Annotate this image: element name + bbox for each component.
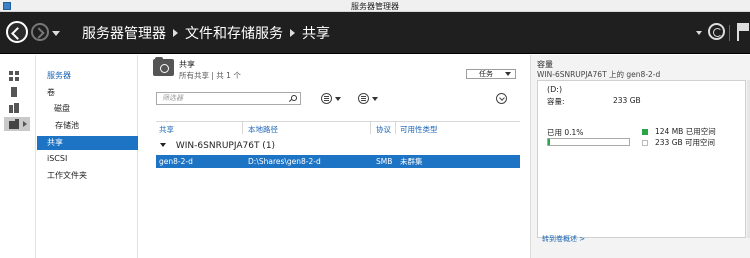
free-swatch <box>642 139 648 146</box>
rail-item-all-servers[interactable] <box>4 101 30 115</box>
volume-card: (D:) 容量: 233 GB 已用 0.1% 124 MB 已用空间 233 … <box>537 80 746 238</box>
tasks-dropdown[interactable]: 任务 <box>466 69 516 79</box>
shares-title: 共享 <box>179 60 195 69</box>
used-space-text: 124 MB 已用空间 <box>655 127 716 136</box>
used-percent-label: 已用 0.1% <box>547 128 584 137</box>
volume-subtitle: WIN-6SNRUPJA76T 上的 gen8-2-d <box>537 70 661 79</box>
chevron-right-icon <box>173 29 178 37</box>
all-servers-icon <box>9 103 19 113</box>
local-server-icon <box>11 87 17 97</box>
chevron-down-icon <box>505 72 511 76</box>
table-row[interactable]: gen8-2-d D:\Shares\gen8-2-d SMB 未群集 <box>156 155 520 168</box>
forward-button-icon[interactable] <box>31 23 49 41</box>
window-title: 服务器管理器 <box>351 2 399 11</box>
save-query-icon[interactable] <box>358 93 369 104</box>
go-to-volume-overview-link[interactable]: 转到卷概述 > <box>542 234 585 244</box>
history-dropdown-icon[interactable] <box>52 31 60 36</box>
collapse-caret-icon[interactable] <box>160 143 166 147</box>
filter-input[interactable]: 筛选器 <box>156 92 301 105</box>
cell-share-name: gen8-2-d <box>159 157 193 166</box>
search-icon[interactable] <box>291 95 297 101</box>
shares-panel: 共享 所有共享 | 共 1 个 任务 筛选器 共享 本地路径 协议 可用性类型 … <box>148 55 520 258</box>
rail-item-file-storage[interactable] <box>4 117 30 131</box>
nav-item-servers[interactable]: 服务器 <box>37 69 138 83</box>
drive-letter: (D:) <box>547 85 563 94</box>
server-group-header[interactable]: WIN-6SNRUPJA76T (1) <box>156 141 275 153</box>
header-bar: 服务器管理器 文件和存储服务 共享 <box>0 12 750 54</box>
cell-protocol: SMB <box>376 157 393 166</box>
column-header-local-path[interactable]: 本地路径 <box>248 124 278 135</box>
nav-item-disks[interactable]: 磁盘 <box>37 102 138 116</box>
column-header-protocol[interactable]: 协议 <box>376 124 391 135</box>
breadcrumb: 服务器管理器 文件和存储服务 共享 <box>82 23 330 43</box>
used-space-legend: 124 MB 已用空间 <box>642 126 716 137</box>
list-options-icon[interactable] <box>321 93 332 104</box>
nav-panel: 服务器 卷 磁盘 存储池 共享 iSCSI 工作文件夹 <box>37 55 138 258</box>
file-storage-icon <box>9 119 19 129</box>
free-space-text: 233 GB 可用空间 <box>655 138 716 147</box>
usage-bar <box>547 138 630 146</box>
header-dropdown-icon[interactable] <box>696 31 702 35</box>
notifications-flag-icon[interactable] <box>737 23 749 41</box>
refresh-icon[interactable] <box>708 23 725 40</box>
used-swatch <box>642 128 648 135</box>
nav-item-work-folders[interactable]: 工作文件夹 <box>37 169 138 183</box>
nav-item-volumes[interactable]: 卷 <box>37 86 138 100</box>
breadcrumb-item-server-manager[interactable]: 服务器管理器 <box>82 23 166 43</box>
shares-subtitle: 所有共享 | 共 1 个 <box>179 71 241 80</box>
column-header-availability[interactable]: 可用性类型 <box>400 124 438 135</box>
volume-panel: 容量 WIN-6SNRUPJA76T 上的 gen8-2-d (D:) 容量: … <box>530 55 750 258</box>
chevron-right-icon <box>290 29 295 37</box>
column-header-share[interactable]: 共享 <box>159 124 174 135</box>
cell-local-path: D:\Shares\gen8-2-d <box>248 157 321 166</box>
breadcrumb-item-shares[interactable]: 共享 <box>302 23 330 43</box>
column-separator <box>242 122 243 134</box>
expand-arrow-icon <box>23 121 27 127</box>
server-group-label: WIN-6SNRUPJA76T (1) <box>175 141 276 151</box>
chevron-down-icon[interactable] <box>335 97 341 101</box>
rail-item-dashboard[interactable] <box>4 69 30 83</box>
header-divider <box>729 25 730 41</box>
share-folder-icon <box>153 57 174 76</box>
chevron-down-icon[interactable] <box>372 97 378 101</box>
column-separator <box>370 122 371 134</box>
icon-rail <box>0 55 36 258</box>
capacity-label: 容量: <box>547 97 565 106</box>
back-button-icon[interactable] <box>6 21 28 43</box>
nav-item-shares[interactable]: 共享 <box>37 136 138 150</box>
tasks-label: 任务 <box>479 70 493 78</box>
capacity-value: 233 GB <box>613 96 641 105</box>
usage-bar-fill <box>548 139 550 145</box>
breadcrumb-item-file-storage[interactable]: 文件和存储服务 <box>185 23 283 43</box>
rail-item-local-server[interactable] <box>4 85 30 99</box>
dashboard-icon <box>9 71 19 81</box>
shares-table: 共享 本地路径 协议 可用性类型 WIN-6SNRUPJA76T (1) gen… <box>156 121 520 258</box>
nav-item-storage-pools[interactable]: 存储池 <box>37 119 138 133</box>
column-separator <box>395 122 396 134</box>
expand-collapse-icon[interactable] <box>496 93 507 104</box>
window-title-bar: 服务器管理器 <box>0 0 750 12</box>
nav-item-iscsi[interactable]: iSCSI <box>37 152 138 166</box>
cell-availability: 未群集 <box>400 157 423 166</box>
free-space-legend: 233 GB 可用空间 <box>642 137 715 148</box>
